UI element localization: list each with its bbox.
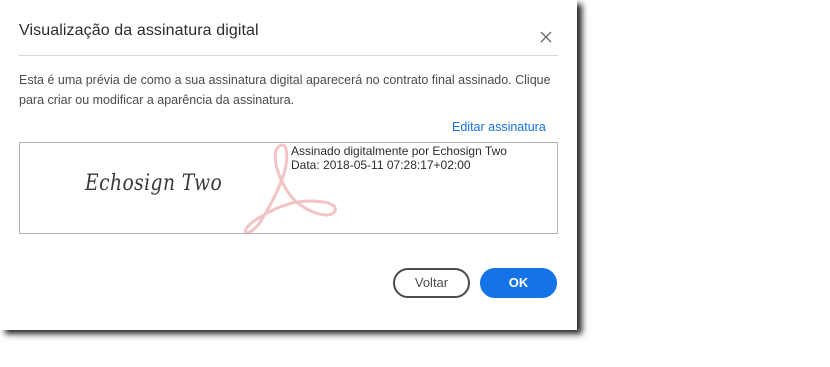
back-button[interactable]: Voltar xyxy=(393,268,470,298)
ok-button[interactable]: OK xyxy=(480,268,557,298)
signature-image-text: Echosign Two xyxy=(85,171,223,196)
signature-preview-box: Echosign Two Assinado digitalmente por E… xyxy=(19,142,558,234)
title-divider xyxy=(19,55,558,56)
signed-by-text: Assinado digitalmente por Echosign Two xyxy=(291,144,507,158)
signature-info: Assinado digitalmente por Echosign Two D… xyxy=(291,144,507,172)
dialog-title: Visualização da assinatura digital xyxy=(19,22,259,39)
edit-signature-link[interactable]: Editar assinatura xyxy=(452,120,546,134)
dialog-description: Esta é uma prévia de como a sua assinatu… xyxy=(19,73,551,107)
signature-date-text: Data: 2018-05-11 07:28:17+02:00 xyxy=(291,158,471,172)
close-icon[interactable] xyxy=(536,27,556,47)
signature-preview-dialog: Visualização da assinatura digital Esta … xyxy=(0,0,577,330)
